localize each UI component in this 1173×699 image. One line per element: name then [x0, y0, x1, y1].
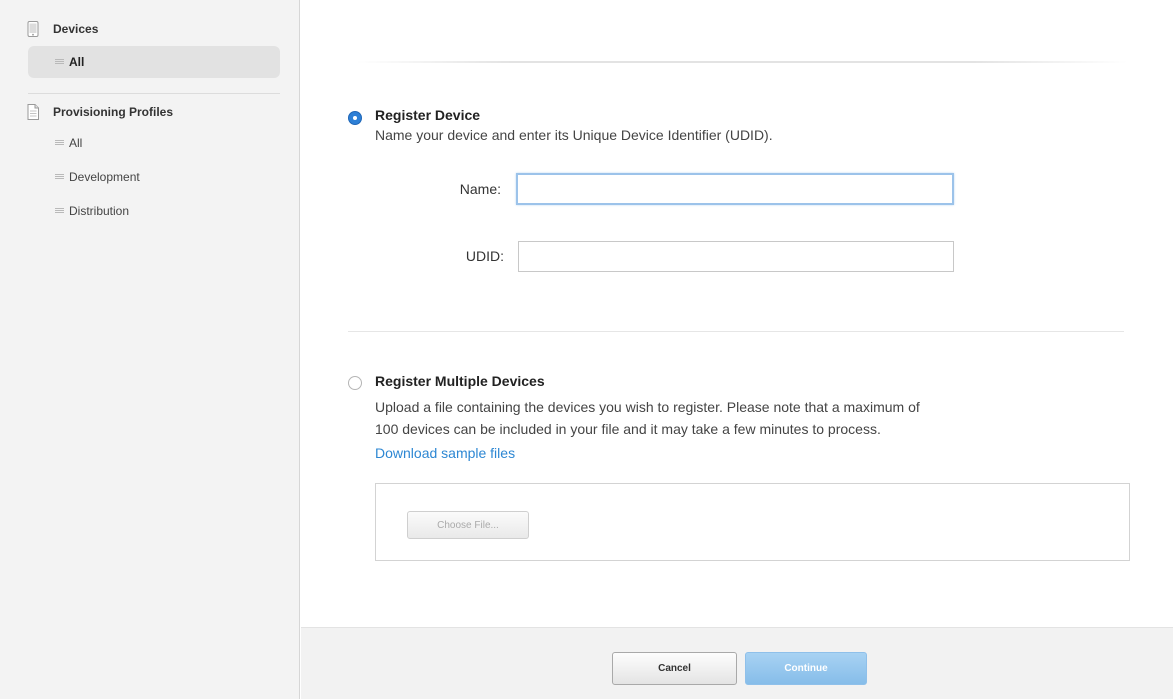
device-icon — [27, 21, 39, 37]
register-multiple-title: Register Multiple Devices — [375, 373, 545, 389]
sidebar-group-devices-label: Devices — [53, 22, 99, 36]
sidebar-divider — [28, 93, 280, 94]
name-label: Name: — [459, 181, 501, 197]
register-device-title: Register Device — [375, 107, 481, 123]
list-bullet-icon — [55, 140, 64, 146]
udid-input[interactable] — [518, 241, 954, 272]
main-content: Register Device Name your device and ent… — [301, 0, 1173, 699]
register-multiple-description-line2: 100 devices can be included in your file… — [375, 421, 881, 437]
footer-bar: Cancel Continue — [301, 627, 1173, 699]
cancel-button[interactable]: Cancel — [612, 652, 737, 685]
sidebar-item-label: Development — [69, 170, 140, 184]
sidebar-item-label: Distribution — [69, 204, 130, 218]
list-bullet-icon — [55, 59, 64, 65]
file-upload-area: Choose File... — [375, 483, 1130, 561]
udid-label: UDID: — [465, 248, 504, 264]
section-divider — [348, 331, 1124, 332]
top-divider — [356, 61, 1128, 63]
sidebar: Devices All Provisioning Profiles All De… — [0, 0, 300, 699]
download-sample-files-link[interactable]: Download sample files — [375, 445, 515, 461]
sidebar-group-devices: Devices — [0, 17, 290, 41]
sidebar-item-devices-all[interactable]: All — [28, 46, 280, 78]
sidebar-group-provisioning-profiles: Provisioning Profiles — [0, 100, 290, 124]
register-multiple-description-line1: Upload a file containing the devices you… — [375, 399, 920, 415]
choose-file-button[interactable]: Choose File... — [407, 511, 529, 539]
register-device-radio[interactable] — [348, 111, 362, 125]
sidebar-item-label: All — [69, 136, 83, 150]
list-bullet-icon — [55, 174, 64, 180]
name-input[interactable] — [516, 173, 954, 205]
list-bullet-icon — [55, 208, 64, 214]
document-icon — [27, 104, 39, 120]
sidebar-item-profiles-all[interactable]: All — [28, 127, 280, 159]
sidebar-item-label: All — [69, 55, 85, 69]
register-multiple-radio[interactable] — [348, 376, 362, 390]
continue-button[interactable]: Continue — [745, 652, 867, 685]
sidebar-item-profiles-distribution[interactable]: Distribution — [28, 195, 280, 227]
sidebar-group-provisioning-profiles-label: Provisioning Profiles — [53, 105, 174, 119]
sidebar-item-profiles-development[interactable]: Development — [28, 161, 280, 193]
register-device-description: Name your device and enter its Unique De… — [375, 127, 773, 143]
